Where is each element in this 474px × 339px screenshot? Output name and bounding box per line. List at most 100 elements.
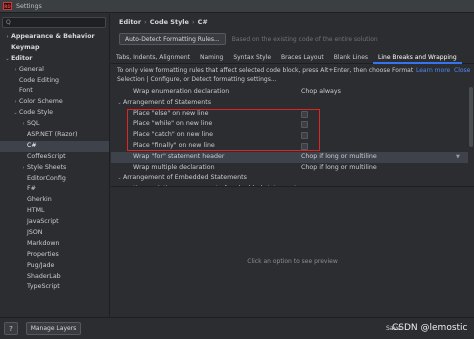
- sidebar-item[interactable]: ShaderLab: [0, 272, 109, 283]
- sidebar-item-label: C#: [27, 141, 37, 149]
- sidebar-item[interactable]: EditorConfig: [0, 174, 109, 185]
- bottom-bar: ? Manage Layers Save CSDN @lemostic: [0, 317, 474, 339]
- sidebar-item-label: Markdown: [27, 239, 60, 247]
- sidebar-item[interactable]: C#: [0, 140, 109, 152]
- sidebar-item[interactable]: › Color Scheme: [0, 97, 109, 108]
- scroll-thumb[interactable]: [469, 87, 473, 147]
- option-label: Arrangement of Embedded Statements: [123, 174, 247, 182]
- preview-hint: Click an option to see preview: [247, 258, 338, 265]
- sidebar-item[interactable]: Properties: [0, 250, 109, 261]
- option-label: Wrap enumeration declaration: [133, 88, 230, 95]
- option-label: Place "else" on new line: [133, 109, 209, 117]
- sidebar-item[interactable]: Gherkin: [0, 195, 109, 206]
- tab[interactable]: Syntax Style: [228, 52, 276, 64]
- tab[interactable]: Braces Layout: [276, 52, 329, 64]
- sidebar-item[interactable]: ⌄Editor: [0, 54, 109, 65]
- title-bar: RD Settings: [0, 0, 474, 13]
- sidebar-item-label: Gherkin: [27, 196, 52, 204]
- sidebar-item-label: Properties: [27, 250, 59, 258]
- tab[interactable]: Tabs, Indents, Alignment: [111, 52, 195, 64]
- sidebar-item[interactable]: JavaScript: [0, 217, 109, 228]
- option-label: Arrangement of Statements: [123, 98, 212, 106]
- learn-more-link[interactable]: Learn more: [416, 67, 450, 76]
- sidebar-item[interactable]: ASP.NET (Razor): [0, 130, 109, 141]
- option-value-select[interactable]: Chop if long or multiline: [301, 152, 377, 163]
- sidebar-item-label: Code Editing: [19, 76, 60, 84]
- checkbox[interactable]: [301, 132, 308, 140]
- tab[interactable]: Blank Lines: [329, 52, 373, 64]
- checkbox[interactable]: [301, 121, 308, 129]
- code-style-tabs: Tabs, Indents, Alignment Naming Syntax Sty…: [111, 52, 474, 64]
- main-panel: Editor › Code Style › C# Auto-Detect Formatt…: [111, 14, 474, 317]
- breadcrumb-editor[interactable]: Editor: [119, 18, 141, 26]
- chevron-icon[interactable]: ⌄: [4, 54, 11, 65]
- option-row[interactable]: Place "finally" on new line: [111, 141, 468, 152]
- option-row[interactable]: Place "else" on new line: [111, 109, 468, 120]
- sidebar-item[interactable]: Pug/Jade: [0, 261, 109, 272]
- sidebar-item[interactable]: › SQL: [0, 119, 109, 130]
- help-button[interactable]: ?: [4, 322, 18, 335]
- option-section-header[interactable]: ⌄Arrangement of Embedded Statements: [111, 173, 468, 184]
- chevron-icon[interactable]: ›: [12, 97, 19, 108]
- sidebar-item-label: Style Sheets: [27, 163, 67, 171]
- sidebar-item-label: SQL: [27, 120, 40, 128]
- manage-layers-button[interactable]: Manage Layers: [26, 322, 81, 335]
- sidebar-item-label: EditorConfig: [27, 174, 66, 182]
- sidebar-item[interactable]: CoffeeScript: [0, 152, 109, 163]
- checkbox[interactable]: [301, 110, 308, 118]
- chevron-down-icon[interactable]: ⌄: [116, 173, 123, 184]
- option-row[interactable]: Wrap "for" statement header Chop if long …: [111, 151, 468, 163]
- sidebar-item-label: Color Scheme: [19, 98, 63, 106]
- chevron-icon[interactable]: ›: [12, 65, 19, 76]
- sidebar-item-label: ASP.NET (Razor): [27, 131, 78, 139]
- breadcrumb-code-style[interactable]: Code Style: [150, 18, 189, 26]
- breadcrumb-separator: ›: [191, 18, 195, 26]
- sidebar-item[interactable]: › General: [0, 65, 109, 76]
- auto-detect-formatting-button[interactable]: Auto-Detect Formatting Rules...: [119, 33, 226, 45]
- sidebar-item[interactable]: TypeScript: [0, 282, 109, 293]
- sidebar-item-label: CoffeeScript: [27, 152, 66, 160]
- breadcrumb: Editor › Code Style › C#: [119, 17, 208, 28]
- sidebar-item[interactable]: F#: [0, 184, 109, 195]
- option-row[interactable]: Wrap enumeration declaration Chop always: [111, 87, 468, 98]
- sidebar-item-label: ShaderLab: [27, 272, 61, 280]
- sidebar-item[interactable]: › Appearance & Behavior: [0, 32, 109, 43]
- settings-search-input[interactable]: Q: [2, 17, 106, 28]
- option-row[interactable]: Place "catch" on new line: [111, 130, 468, 141]
- sidebar-item[interactable]: Keymap: [0, 43, 109, 54]
- option-section-header[interactable]: ⌄Arrangement of Statements: [111, 98, 468, 109]
- sidebar-item[interactable]: ⌄Code Style: [0, 108, 109, 119]
- sidebar-item[interactable]: Markdown: [0, 239, 109, 250]
- tab[interactable]: Line Breaks and Wrapping: [373, 52, 462, 64]
- preview-panel: Click an option to see preview: [111, 186, 474, 317]
- settings-tree: › Appearance & Behavior Keymap ⌄Editor › Gene…: [0, 32, 109, 293]
- option-row[interactable]: Wrap multiple declaration Chop if long or…: [111, 163, 468, 174]
- tab[interactable]: Naming: [195, 52, 228, 64]
- settings-sidebar: Q › Appearance & Behavior Keymap ⌄Editor › Ge…: [0, 14, 110, 317]
- chevron-icon[interactable]: ›: [4, 32, 11, 43]
- option-label: Wrap multiple declaration: [133, 163, 215, 171]
- sidebar-item[interactable]: Font: [0, 86, 109, 97]
- sidebar-item[interactable]: › Style Sheets: [0, 163, 109, 174]
- chevron-icon[interactable]: ›: [20, 163, 27, 174]
- options-scrollbar[interactable]: [468, 87, 474, 187]
- option-row[interactable]: Place "while" on new line: [111, 119, 468, 130]
- sidebar-item-label: Font: [19, 87, 33, 95]
- close-info-link[interactable]: Close: [454, 67, 470, 76]
- window-title: Settings: [16, 2, 42, 10]
- sidebar-item[interactable]: HTML: [0, 206, 109, 217]
- rider-logo-icon: RD: [3, 2, 12, 10]
- option-value-select[interactable]: Chop if long or multiline: [301, 163, 377, 174]
- sidebar-item-label: Pug/Jade: [27, 261, 55, 269]
- sidebar-item-label: General: [19, 65, 44, 73]
- chevron-icon[interactable]: ›: [20, 119, 27, 130]
- sidebar-item-label: JavaScript: [27, 218, 59, 226]
- chevron-down-icon[interactable]: ▼: [456, 152, 460, 163]
- option-value-select[interactable]: Chop always: [301, 87, 341, 98]
- chevron-down-icon[interactable]: ⌄: [116, 98, 123, 109]
- sidebar-item[interactable]: JSON: [0, 228, 109, 239]
- sidebar-item[interactable]: Code Editing: [0, 76, 109, 87]
- chevron-icon[interactable]: ⌄: [12, 108, 19, 119]
- checkbox[interactable]: [301, 142, 308, 150]
- sidebar-item-label: Appearance & Behavior: [11, 33, 95, 40]
